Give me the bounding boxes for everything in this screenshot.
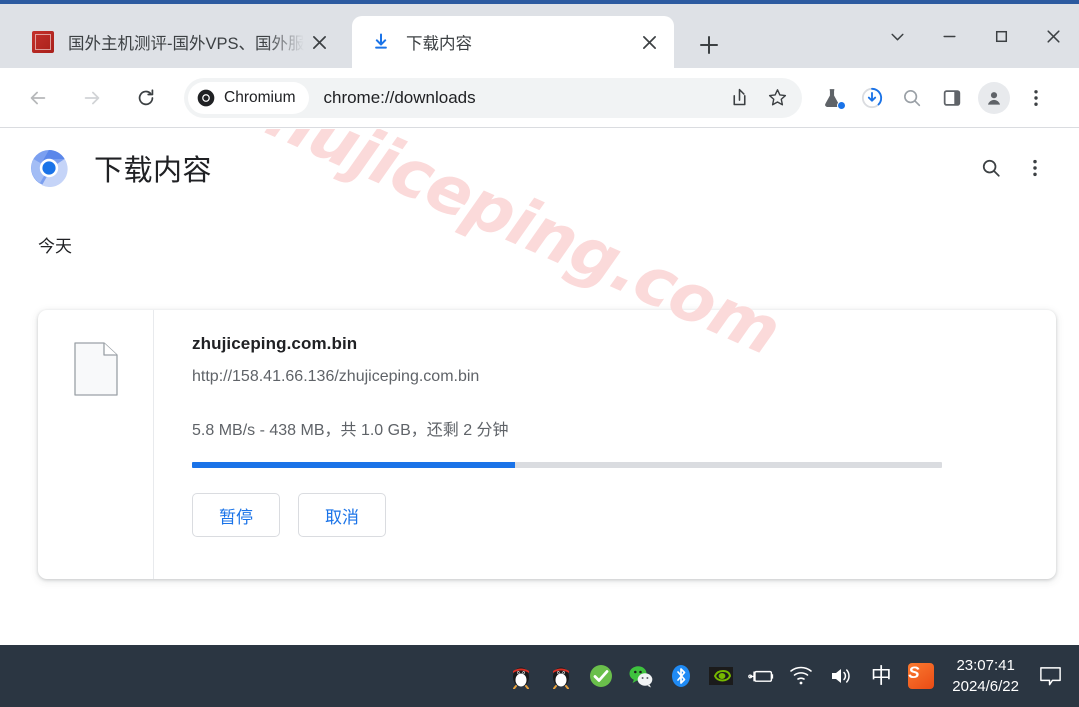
qq-icon-2[interactable] xyxy=(548,663,574,689)
tab-title: 下载内容 xyxy=(406,35,472,53)
nvidia-icon[interactable] xyxy=(708,663,734,689)
tab-downloads[interactable]: 下载内容 xyxy=(352,16,674,68)
download-icon xyxy=(370,31,392,53)
side-panel-icon[interactable] xyxy=(932,78,972,118)
clock-time: 23:07:41 xyxy=(956,657,1015,674)
qq-icon[interactable] xyxy=(508,663,534,689)
close-icon[interactable] xyxy=(304,27,334,57)
download-progress-icon[interactable] xyxy=(852,78,892,118)
download-url: http://158.41.66.136/zhujiceping.com.bin xyxy=(192,368,480,385)
clock[interactable]: 23:07:41 2024/6/22 xyxy=(952,655,1019,697)
taskbar: 中 S 23:07:41 2024/6/22 xyxy=(0,645,1079,707)
header-actions xyxy=(969,146,1057,190)
clock-date: 2024/6/22 xyxy=(952,678,1019,695)
avatar[interactable] xyxy=(978,81,1010,114)
ime-indicator[interactable]: 中 xyxy=(868,663,894,689)
close-icon[interactable] xyxy=(634,27,664,57)
flask-badge xyxy=(837,100,846,110)
minimize-icon[interactable] xyxy=(923,13,975,59)
battery-charging-icon[interactable] xyxy=(748,663,774,689)
download-item-card[interactable]: zhujiceping.com.bin http://158.41.66.136… xyxy=(38,310,1056,579)
generic-file-icon xyxy=(73,342,118,396)
new-tab-button[interactable] xyxy=(690,26,728,64)
360-security-icon[interactable] xyxy=(588,663,614,689)
wechat-icon[interactable] xyxy=(628,663,654,689)
progress-bar-fill xyxy=(192,462,515,468)
download-status: 5.8 MB/s - 438 MB，共 1.0 GB，还剩 2 分钟 xyxy=(192,422,509,439)
tab-search-icon[interactable] xyxy=(871,13,923,59)
ime-label: 中 xyxy=(870,663,892,688)
wifi-icon[interactable] xyxy=(788,663,814,689)
browser-toolbar: Chromium chrome://downloads xyxy=(0,68,1079,128)
section-date-header: 今天 xyxy=(38,237,72,256)
maximize-icon[interactable] xyxy=(975,13,1027,59)
download-details: zhujiceping.com.bin http://158.41.66.136… xyxy=(154,310,1056,579)
file-icon-cell xyxy=(38,310,154,579)
browser-window: 国外主机测评-国外VPS、国外服务器 下载内容 xyxy=(0,0,1079,707)
sogou-label: S xyxy=(908,663,935,689)
star-icon[interactable] xyxy=(758,79,796,117)
downloads-header: 下载内容 xyxy=(0,129,1079,207)
flask-icon[interactable] xyxy=(812,78,852,118)
downloads-page: 下载内容 今天 zhujiceping.com.bin http://158.4… xyxy=(0,129,1079,645)
download-actions: 暂停 取消 xyxy=(192,493,1032,537)
close-icon[interactable] xyxy=(1027,13,1079,59)
chip-label: Chromium xyxy=(224,88,296,106)
omnibox-actions xyxy=(720,79,802,117)
window-caption-buttons xyxy=(871,8,1079,64)
reload-icon[interactable] xyxy=(126,78,166,118)
notification-icon[interactable] xyxy=(1033,656,1067,696)
tab-site-review[interactable]: 国外主机测评-国外VPS、国外服务器 xyxy=(14,16,344,68)
search-icon[interactable] xyxy=(892,78,932,118)
forward-arrow-icon[interactable] xyxy=(72,78,112,118)
address-bar[interactable]: Chromium chrome://downloads xyxy=(184,77,802,118)
pause-button[interactable]: 暂停 xyxy=(192,493,280,537)
back-arrow-icon[interactable] xyxy=(18,78,58,118)
toolbar-actions xyxy=(812,78,1064,118)
sogou-input-icon[interactable]: S xyxy=(908,663,935,689)
progress-bar xyxy=(192,462,942,468)
volume-icon[interactable] xyxy=(828,663,854,689)
url-text[interactable]: chrome://downloads xyxy=(323,88,720,108)
download-filename[interactable]: zhujiceping.com.bin xyxy=(192,334,1032,354)
three-dot-menu-icon[interactable] xyxy=(1016,78,1056,118)
share-icon[interactable] xyxy=(720,79,758,117)
page-title: 下载内容 xyxy=(94,155,213,187)
search-icon[interactable] xyxy=(969,146,1013,190)
tab-title: 国外主机测评-国外VPS、国外服务器 xyxy=(68,35,304,53)
site-favicon xyxy=(32,31,54,53)
system-tray: 中 S xyxy=(508,663,940,689)
three-dot-menu-icon[interactable] xyxy=(1013,146,1057,190)
chromium-logo xyxy=(30,149,68,187)
bluetooth-icon[interactable] xyxy=(668,663,694,689)
tab-strip: 国外主机测评-国外VPS、国外服务器 下载内容 xyxy=(0,4,1079,68)
chromium-chip[interactable]: Chromium xyxy=(188,81,310,114)
cancel-button[interactable]: 取消 xyxy=(298,493,386,537)
chromium-icon xyxy=(196,88,216,108)
